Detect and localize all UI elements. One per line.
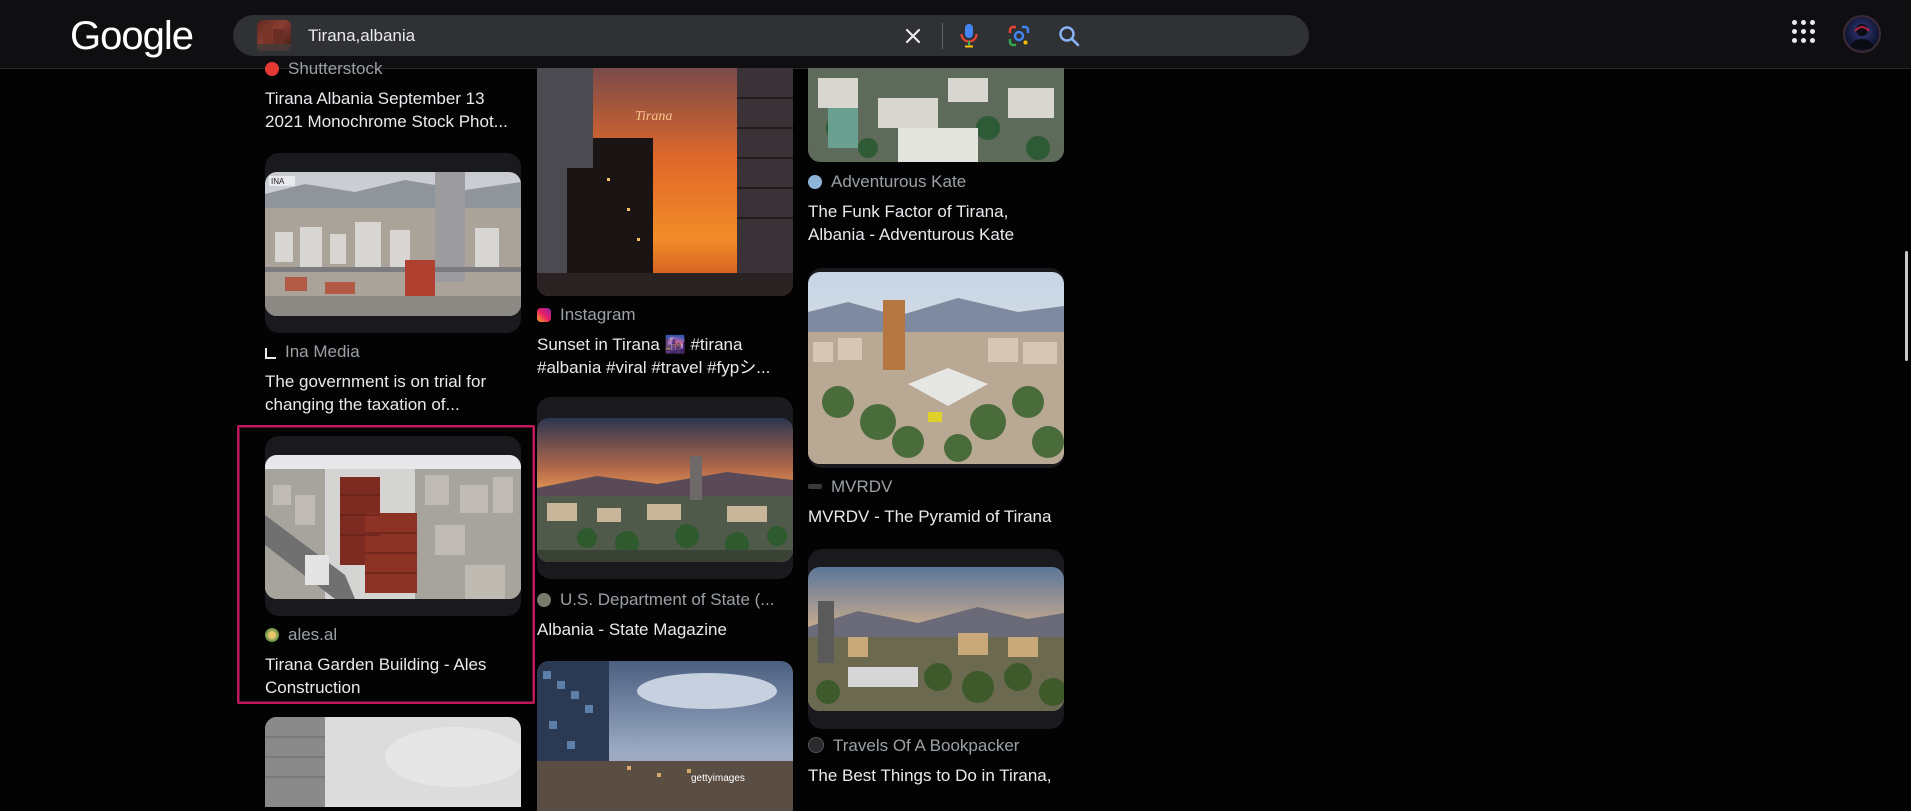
source-label: Travels Of A Bookpacker bbox=[833, 736, 1020, 755]
result-image-bookpacker[interactable] bbox=[808, 567, 1064, 711]
result-image-adventurous[interactable] bbox=[808, 68, 1064, 162]
clear-search-button[interactable] bbox=[898, 21, 928, 51]
lens-search-button[interactable] bbox=[1004, 21, 1034, 51]
result-source[interactable]: Ina Media bbox=[265, 342, 505, 362]
source-label: Instagram bbox=[560, 305, 636, 324]
mic-icon bbox=[960, 24, 978, 48]
title-text: Tirana Albania September 13 2021 Monochr… bbox=[265, 89, 508, 131]
result-title[interactable]: Tirana Albania September 13 2021 Monochr… bbox=[265, 87, 521, 133]
title-text: Sunset in Tirana 🌆 #tirana #albania #vir… bbox=[537, 335, 771, 377]
image-watermark: gettyimages bbox=[691, 773, 745, 784]
apps-icon[interactable] bbox=[1792, 20, 1820, 48]
title-text: Albania - State Magazine bbox=[537, 620, 727, 639]
title-text: The Best Things to Do in Tirana, bbox=[808, 766, 1052, 785]
search-bar[interactable] bbox=[233, 15, 1309, 56]
source-label: Ina Media bbox=[285, 342, 360, 361]
close-icon bbox=[905, 28, 921, 44]
result-image-instagram[interactable]: Tirana bbox=[537, 68, 793, 296]
result-image-ina[interactable]: INA bbox=[265, 172, 521, 316]
result-image-mvrdv[interactable] bbox=[808, 272, 1064, 464]
search-icon bbox=[1059, 26, 1080, 47]
result-image-partial[interactable] bbox=[265, 717, 521, 807]
search-divider bbox=[942, 23, 943, 49]
selected-result-highlight bbox=[237, 425, 535, 704]
scrollbar-thumb[interactable] bbox=[1905, 251, 1908, 361]
source-label: Shutterstock bbox=[288, 59, 383, 78]
image-watermark: INA bbox=[271, 177, 285, 186]
page-scrollbar[interactable] bbox=[1903, 68, 1911, 789]
result-source[interactable]: MVRDV bbox=[808, 477, 1064, 497]
ina-media-icon bbox=[265, 348, 276, 359]
lens-icon bbox=[1008, 25, 1030, 47]
state-dept-icon bbox=[537, 593, 551, 607]
mvrdv-icon bbox=[808, 484, 822, 489]
result-title[interactable]: The Funk Factor of Tirana, Albania - Adv… bbox=[808, 200, 1064, 246]
source-label: U.S. Department of State (... bbox=[560, 590, 775, 609]
result-source[interactable]: Instagram bbox=[537, 305, 777, 325]
result-source[interactable]: U.S. Department of State (... bbox=[537, 590, 793, 610]
result-title[interactable]: Sunset in Tirana 🌆 #tirana #albania #vir… bbox=[537, 333, 793, 379]
result-title[interactable]: MVRDV - The Pyramid of Tirana bbox=[808, 505, 1064, 528]
shutterstock-icon bbox=[265, 62, 279, 76]
result-source[interactable]: Adventurous Kate bbox=[808, 172, 1064, 192]
title-text: MVRDV - The Pyramid of Tirana bbox=[808, 507, 1052, 526]
search-submit-button[interactable] bbox=[1054, 21, 1084, 51]
source-label: Adventurous Kate bbox=[831, 172, 967, 191]
result-title[interactable]: The Best Things to Do in Tirana, bbox=[808, 764, 1064, 787]
instagram-icon bbox=[537, 308, 551, 322]
result-image-state[interactable] bbox=[537, 418, 793, 562]
voice-search-button[interactable] bbox=[954, 21, 984, 51]
image-watermark: Tirana bbox=[635, 109, 672, 124]
account-avatar[interactable] bbox=[1843, 15, 1881, 53]
source-label: MVRDV bbox=[831, 477, 893, 496]
result-source[interactable]: Shutterstock bbox=[265, 59, 505, 79]
bookpacker-icon bbox=[808, 737, 824, 753]
adventurous-kate-icon bbox=[808, 175, 822, 189]
google-logo[interactable]: Google bbox=[70, 14, 194, 59]
title-text: The government is on trial for changing … bbox=[265, 372, 487, 414]
result-title[interactable]: The government is on trial for changing … bbox=[265, 370, 521, 416]
result-title[interactable]: Albania - State Magazine bbox=[537, 618, 793, 641]
search-image-thumbnail[interactable] bbox=[257, 20, 291, 51]
result-source[interactable]: Travels Of A Bookpacker bbox=[808, 736, 1064, 756]
title-text: The Funk Factor of Tirana, Albania - Adv… bbox=[808, 202, 1015, 244]
